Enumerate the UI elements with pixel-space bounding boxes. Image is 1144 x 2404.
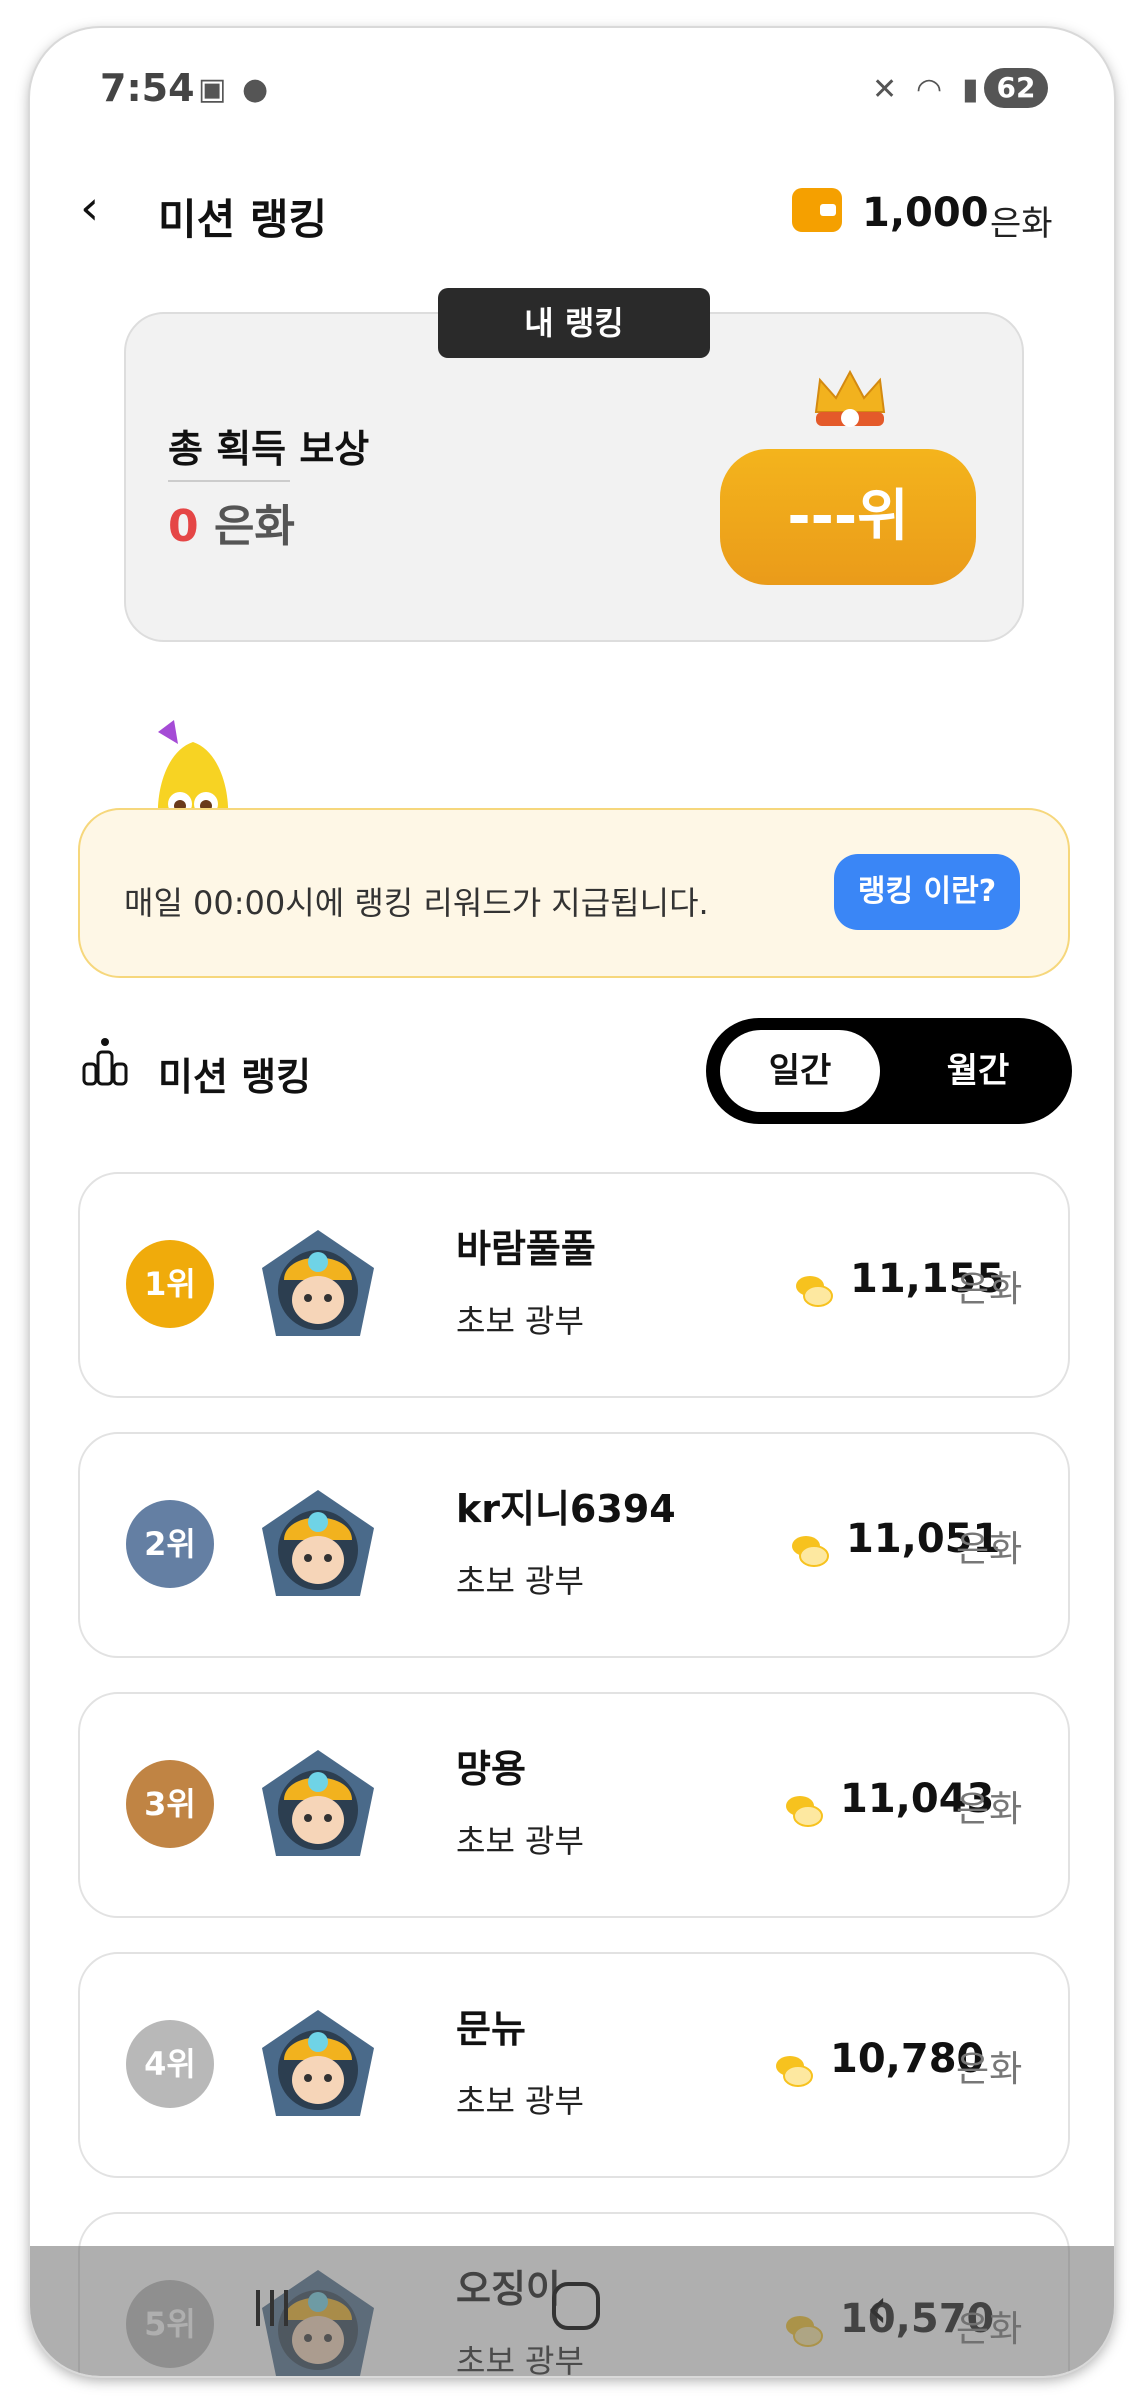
balance-unit: 은화 [990, 204, 1053, 244]
period-toggle: 일간 월간 [706, 1018, 1072, 1124]
miner-avatar-icon [262, 1490, 374, 1596]
trophy-icon [82, 1038, 128, 1086]
back-arrow-icon[interactable]: ‹ [80, 180, 99, 236]
tab-monthly[interactable]: 월간 [898, 1030, 1058, 1112]
total-reward-value: 0 은화 [168, 490, 295, 554]
ranking-row[interactable]: 4위 문뉴 초보 광부 10,780 은화 [78, 1952, 1070, 2178]
wifi-icon: ◠ [916, 72, 943, 107]
balance-amount: 1,000 [862, 190, 989, 236]
crown-icon [814, 369, 886, 427]
home-icon[interactable] [552, 2282, 600, 2330]
tab-daily[interactable]: 일간 [720, 1030, 880, 1112]
rank-badge: 3위 [126, 1760, 214, 1848]
score-unit: 은화 [956, 1789, 1023, 1830]
user-level: 초보 광부 [456, 1822, 584, 1860]
user-level: 초보 광부 [456, 1562, 584, 1600]
user-name: 문뉴 [456, 2007, 526, 2051]
score-unit: 은화 [956, 1529, 1023, 1570]
coin-icon [786, 1796, 823, 1827]
user-name: kr지니6394 [456, 1487, 676, 1531]
section-title: 미션 랭킹 [158, 1055, 312, 1099]
coin-icon [796, 1276, 833, 1307]
user-name: 먕용 [456, 1747, 526, 1791]
rank-badge: 1위 [126, 1240, 214, 1328]
ranking-row[interactable]: 3위 먕용 초보 광부 11,043 은화 [78, 1692, 1070, 1918]
battery-indicator: 62 [984, 68, 1048, 108]
miner-avatar-icon [262, 1750, 374, 1856]
rank-badge: 2위 [126, 1500, 214, 1588]
miner-avatar-icon [262, 1230, 374, 1336]
page-title: 미션 랭킹 [158, 195, 328, 244]
reward-amount: 0 [168, 501, 199, 552]
system-back-icon[interactable]: ‹ [866, 2276, 888, 2341]
chat-icon: ● [242, 72, 269, 107]
coin-icon [792, 1536, 829, 1567]
status-time: 7:54 [100, 66, 195, 110]
mute-icon: ✕ [872, 72, 898, 107]
total-reward-label: 총 획득 보상 [168, 427, 370, 471]
score-unit: 은화 [956, 1269, 1023, 1310]
status-bar: 7:54 ▣ ● ✕ ◠ ▮ 62 [30, 28, 1114, 148]
miner-avatar-icon [262, 2010, 374, 2116]
ranking-row[interactable]: 2위 kr지니6394 초보 광부 11,051 은화 [78, 1432, 1070, 1658]
coin-icon [776, 2056, 813, 2087]
user-name: 바람풀풀 [456, 1227, 596, 1271]
what-is-ranking-button[interactable]: 랭킹 이란? [834, 854, 1020, 930]
signal-icon: ▮ [962, 72, 979, 107]
system-nav-bar: ‹ [30, 2246, 1114, 2376]
my-ranking-tag: 내 랭킹 [438, 288, 710, 358]
my-rank-button[interactable]: ---위 [720, 449, 976, 585]
ranking-row[interactable]: 1위 바람풀풀 초보 광부 11,155 은화 [78, 1172, 1070, 1398]
notice-text: 매일 00:00시에 랭킹 리워드가 지급됩니다. [124, 884, 709, 922]
user-level: 초보 광부 [456, 1302, 584, 1340]
screenshot-icon: ▣ [198, 72, 227, 107]
user-level: 초보 광부 [456, 2082, 584, 2120]
app-header: ‹ 미션 랭킹 1,000 은화 [30, 168, 1114, 258]
reward-divider [168, 480, 290, 482]
wallet-icon [792, 188, 842, 232]
recent-apps-icon[interactable] [252, 2286, 292, 2330]
score-unit: 은화 [956, 2049, 1023, 2090]
rank-badge: 4위 [126, 2020, 214, 2108]
reward-unit: 은화 [213, 501, 295, 552]
phone-screen: 7:54 ▣ ● ✕ ◠ ▮ 62 ‹ 미션 랭킹 1,000 은화 내 랭킹 … [30, 28, 1114, 2376]
